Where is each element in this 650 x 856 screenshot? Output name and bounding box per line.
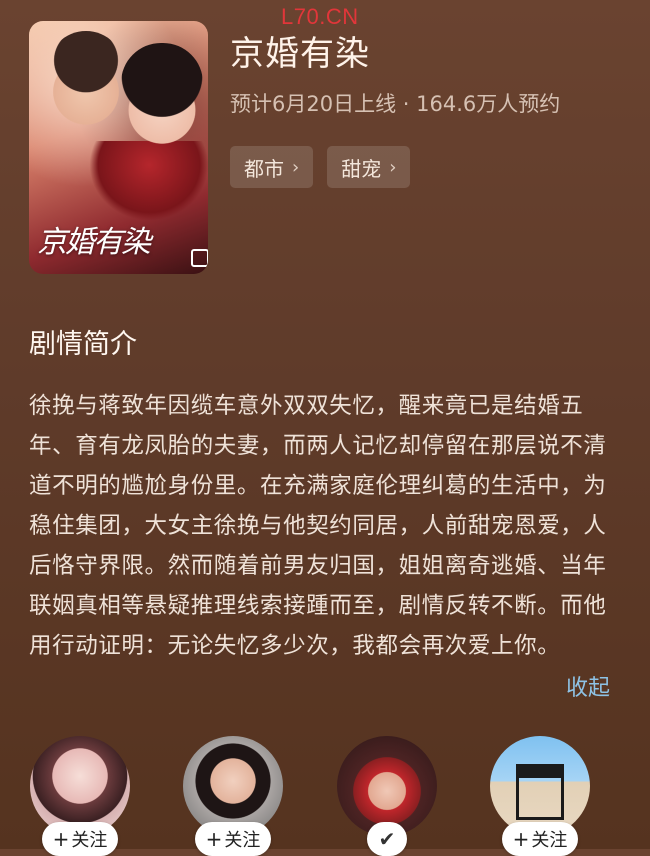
synopsis-text: 徐挽与蒋致年因缆车意外双双失忆，醒来竟已是结婚五年、育有龙凤胎的夫妻，而两人记忆… bbox=[29, 393, 607, 659]
chevron-right-icon: › bbox=[389, 156, 397, 178]
follow-button[interactable]: + 关注 bbox=[195, 822, 271, 856]
poster-actor bbox=[47, 31, 125, 129]
cast-list: + 关注 + 关注 ✔ + 关注 bbox=[0, 730, 650, 856]
follow-button[interactable]: + 关注 bbox=[502, 822, 578, 856]
follow-label: 关注 bbox=[531, 830, 568, 851]
avatar[interactable] bbox=[490, 736, 590, 836]
drama-title: 京婚有染 bbox=[230, 34, 370, 74]
avatar[interactable] bbox=[183, 736, 283, 836]
plus-icon: + bbox=[205, 827, 223, 851]
tag-button[interactable]: 都市 › bbox=[230, 146, 314, 188]
tag-button[interactable]: 甜宠 › bbox=[327, 146, 411, 188]
poster-actress bbox=[121, 43, 203, 155]
avatar[interactable] bbox=[30, 736, 130, 836]
cast-member[interactable]: + 关注 bbox=[183, 730, 283, 856]
follow-label: 关注 bbox=[224, 830, 261, 851]
plus-icon: + bbox=[52, 827, 70, 851]
tag-label: 都市 bbox=[244, 156, 284, 181]
tag-label: 甜宠 bbox=[341, 156, 382, 181]
follow-button[interactable]: + 关注 bbox=[42, 822, 118, 856]
check-icon: ✔ bbox=[378, 827, 396, 851]
genre-tags: 都市 › 甜宠 › bbox=[230, 146, 411, 188]
followed-button[interactable]: ✔ bbox=[367, 822, 407, 856]
director-chair-icon bbox=[516, 764, 564, 820]
poster-title-art: 京婚有染 bbox=[37, 225, 151, 260]
collapse-link[interactable]: 收起 bbox=[566, 670, 610, 702]
chevron-right-icon: › bbox=[292, 156, 300, 178]
cast-member[interactable]: ✔ bbox=[337, 730, 437, 856]
poster-badge-icon bbox=[191, 249, 208, 267]
release-info: 预计6月20日上线 · 164.6万人预约 bbox=[230, 92, 561, 116]
plus-icon: + bbox=[512, 827, 530, 851]
follow-label: 关注 bbox=[71, 830, 108, 851]
cast-member[interactable]: + 关注 bbox=[490, 730, 590, 856]
drama-poster[interactable]: 京婚有染 bbox=[29, 21, 208, 274]
cast-member[interactable]: + 关注 bbox=[30, 730, 130, 856]
synopsis-heading: 剧情简介 bbox=[29, 329, 137, 360]
avatar[interactable] bbox=[337, 736, 437, 836]
